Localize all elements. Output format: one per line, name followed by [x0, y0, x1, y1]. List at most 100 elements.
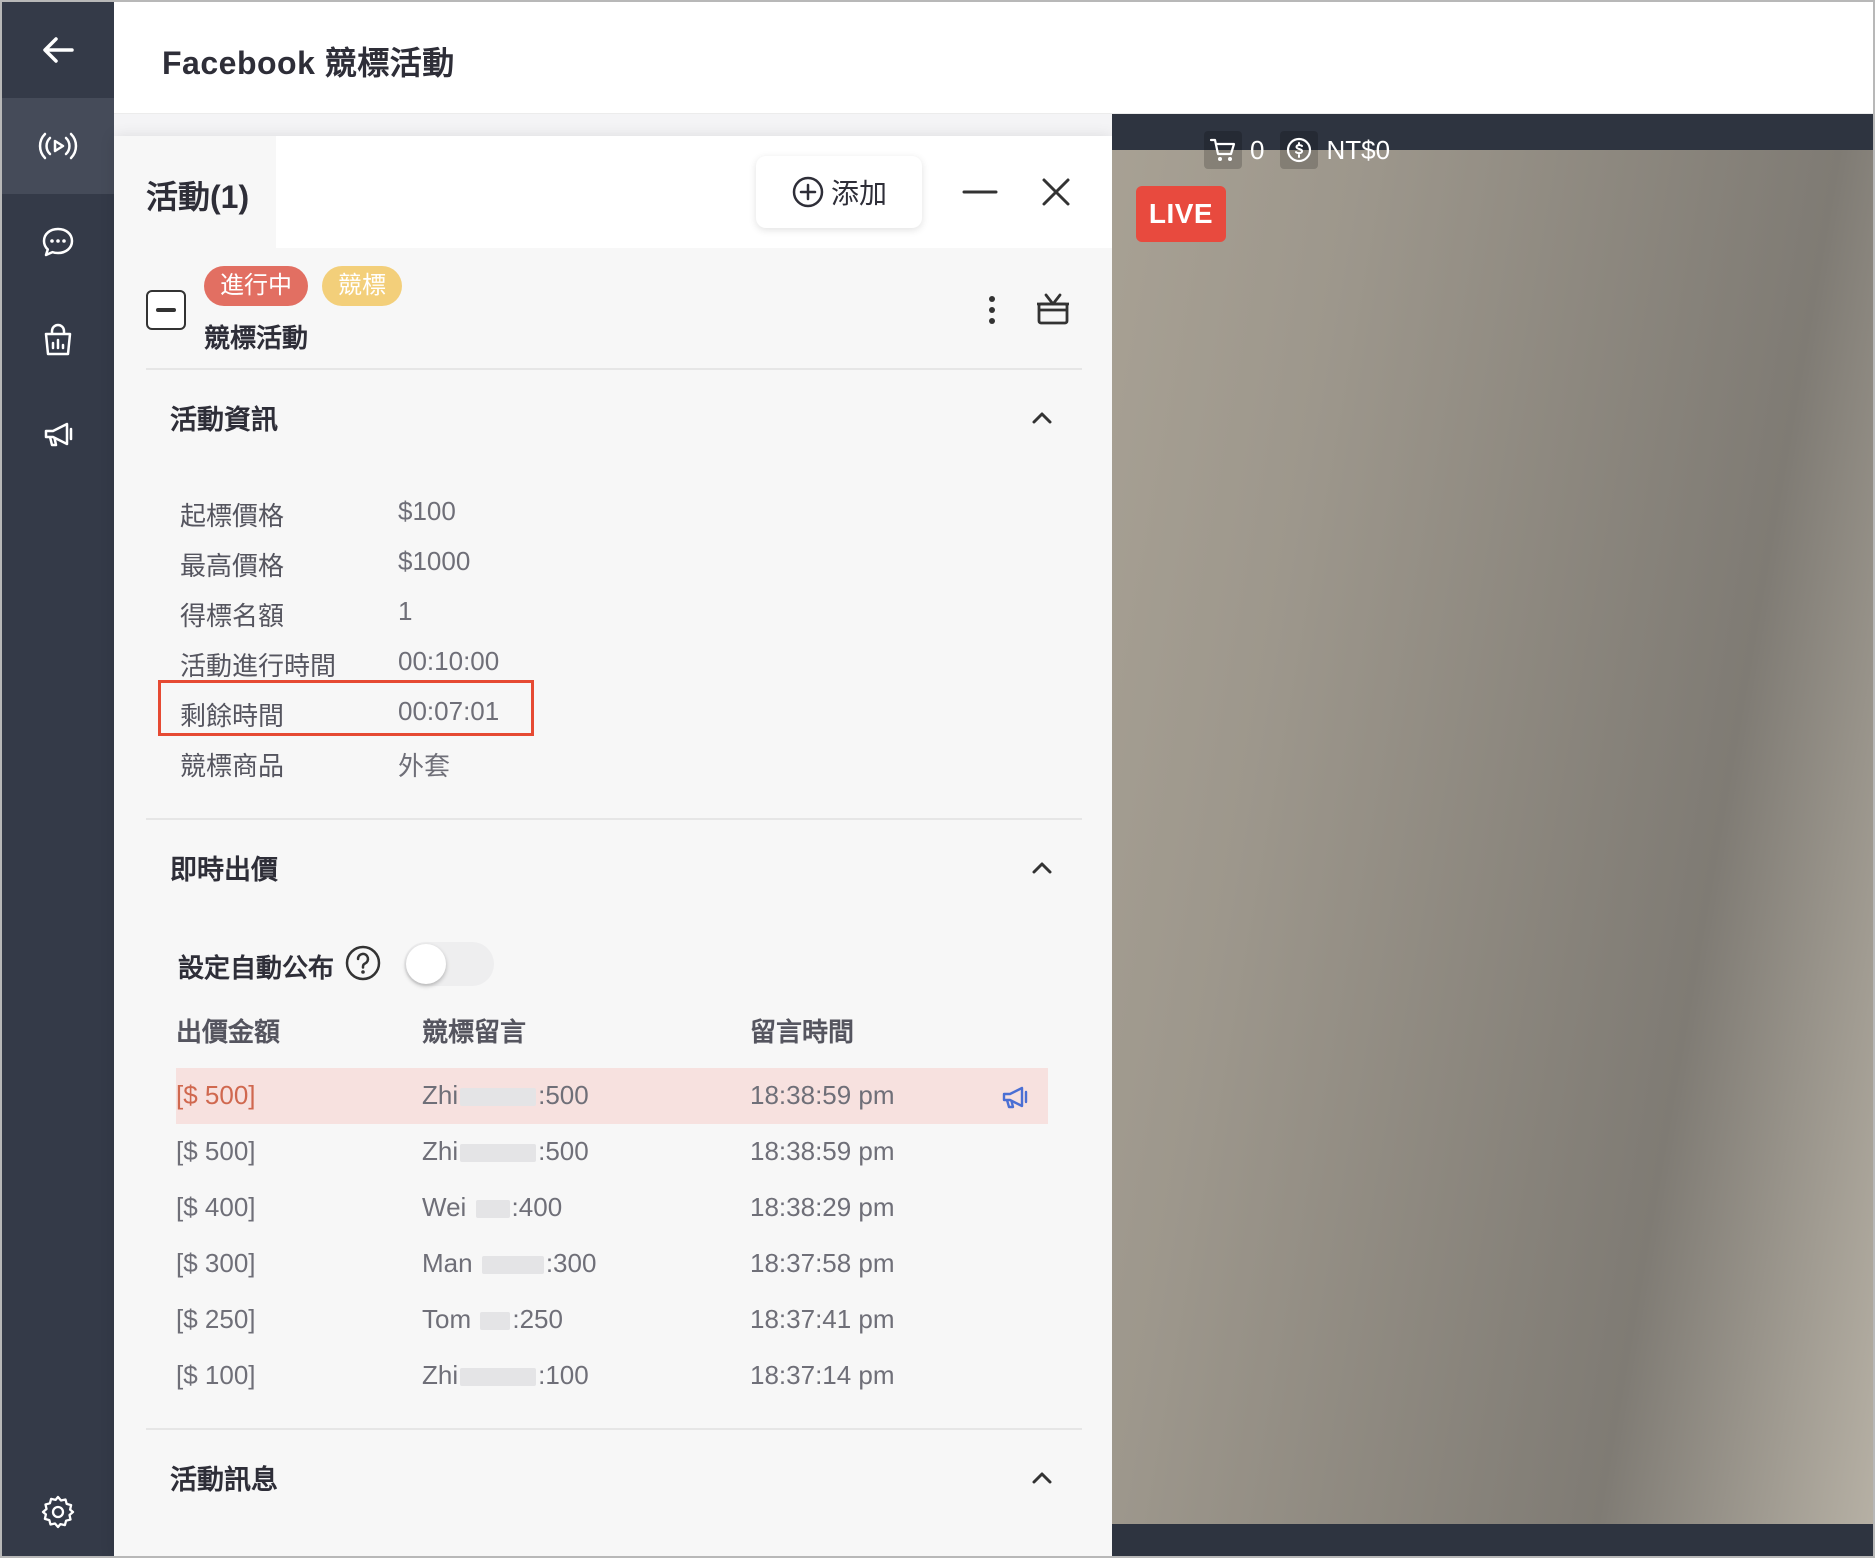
bidder-name: Zhi: [422, 1080, 459, 1110]
chevron-up-icon: [1032, 1472, 1052, 1484]
bid-comment: Tom :250: [422, 1304, 563, 1335]
bid-time: 18:38:29 pm: [750, 1192, 895, 1222]
bidder-name: Zhi: [422, 1360, 459, 1390]
back-button[interactable]: [2, 2, 114, 98]
bid-row: [$ 300] Man :300 18:37:58 pm: [176, 1236, 1048, 1292]
add-activity-button[interactable]: 添加: [756, 156, 922, 228]
info-value: $100: [398, 496, 456, 526]
minus-icon: [156, 308, 176, 312]
info-label: 起標價格: [180, 501, 285, 531]
minimize-button[interactable]: [952, 164, 1008, 220]
gift-box-icon: [1037, 293, 1069, 325]
bid-amount: [$ 500]: [176, 1136, 256, 1166]
add-activity-label: 添加: [830, 178, 887, 209]
app-frame: Facebook 競標活動 活動(1) 添加 進行中 競標 競標活動 活動資訊 …: [0, 0, 1875, 1558]
column-header: 出價金額: [176, 1017, 281, 1047]
bid-amount: [$ 100]: [176, 1360, 256, 1390]
redacted-name: [481, 1256, 544, 1275]
collapse-event-button[interactable]: [146, 290, 186, 330]
event-name: 競標活動: [204, 323, 309, 353]
redacted-name: [460, 1144, 537, 1163]
bid-suffix: :300: [545, 1248, 597, 1278]
pin-megaphone-icon[interactable]: [998, 1080, 1032, 1114]
bid-time: 18:38:59 pm: [750, 1080, 895, 1110]
bidder-name: Zhi: [422, 1136, 459, 1166]
bid-amount: [$ 500]: [176, 1080, 256, 1110]
bids-section-toggle[interactable]: [1022, 848, 1062, 888]
info-label: 得標名額: [180, 601, 285, 631]
info-value: 外套: [398, 751, 451, 781]
cart-count: 0: [1250, 134, 1265, 165]
chevron-up-icon: [1032, 862, 1052, 874]
remaining-time-label: 剩餘時間: [180, 701, 285, 731]
live-video-preview: 0 NT$0 LIVE: [1112, 114, 1873, 1556]
help-circle-icon[interactable]: [344, 944, 382, 982]
info-value: 1: [398, 596, 413, 626]
prize-button[interactable]: [1030, 286, 1076, 332]
sidebar-item-settings[interactable]: [2, 1464, 114, 1556]
bid-comment: Wei :400: [422, 1192, 562, 1223]
info-section-toggle[interactable]: [1022, 398, 1062, 438]
divider: [146, 818, 1082, 820]
page-title: Facebook 競標活動: [162, 45, 455, 81]
sales-amount: NT$0: [1326, 134, 1391, 165]
bid-row: [$ 100] Zhi:100 18:37:14 pm: [176, 1348, 1048, 1404]
broadcast-icon: [38, 132, 78, 160]
settings-gear-icon: [41, 1495, 75, 1529]
close-icon: [1042, 178, 1070, 206]
bid-row: [$ 400] Wei :400 18:38:29 pm: [176, 1180, 1048, 1236]
shopping-bag-icon: [44, 323, 72, 356]
bid-amount: [$ 400]: [176, 1192, 256, 1222]
megaphone-icon: [44, 422, 73, 447]
more-options-button[interactable]: [972, 290, 1012, 330]
bid-amount: [$ 250]: [176, 1304, 256, 1334]
auto-publish-label: 設定自動公布: [178, 953, 335, 983]
close-button[interactable]: [1028, 164, 1084, 220]
cart-icon: [1204, 131, 1242, 169]
column-header: 競標留言: [422, 1017, 527, 1047]
bid-comment: Zhi:500: [422, 1080, 589, 1111]
bids-section-title: 即時出價: [170, 855, 278, 885]
sidebar-item-comments[interactable]: [2, 194, 114, 290]
bid-comment: Man :300: [422, 1248, 596, 1279]
bid-comment: Zhi :500: [422, 1136, 589, 1167]
bid-amount: [$ 300]: [176, 1248, 256, 1278]
plus-circle-icon: [792, 176, 824, 208]
video-bottom-bar: [1112, 1524, 1873, 1556]
bid-time: 18:37:58 pm: [750, 1248, 895, 1278]
minimize-icon: [962, 190, 998, 194]
sidebar-item-shop[interactable]: [2, 292, 114, 388]
messages-section-title: 活動訊息: [170, 1465, 278, 1495]
bid-row: [$ 500] Zhi :500 18:38:59 pm: [176, 1124, 1048, 1180]
sidebar-item-live[interactable]: [2, 98, 114, 194]
panel-title: 活動(1): [146, 179, 250, 215]
redacted-name: [460, 1088, 537, 1107]
bid-time: 18:38:59 pm: [750, 1136, 895, 1166]
sidebar-item-marketing[interactable]: [2, 386, 114, 482]
info-section-title: 活動資訊: [170, 405, 278, 435]
column-header: 留言時間: [750, 1017, 855, 1047]
info-label: 活動進行時間: [180, 651, 337, 681]
bid-comment: Zhi:100: [422, 1360, 589, 1391]
messages-section-toggle[interactable]: [1022, 1458, 1062, 1498]
chevron-up-icon: [1032, 412, 1052, 424]
bid-time: 18:37:14 pm: [750, 1360, 895, 1390]
divider: [146, 1428, 1082, 1430]
bid-row: [$ 250] Tom :250 18:37:41 pm: [176, 1292, 1048, 1348]
remaining-time-value: 00:07:01: [398, 696, 500, 726]
chat-bubble-icon: [42, 227, 74, 257]
divider: [146, 368, 1082, 370]
bid-suffix: :500: [538, 1136, 589, 1166]
redacted-name: [475, 1200, 510, 1219]
video-stats: 0 NT$0: [1204, 130, 1390, 170]
info-value: 00:10:00: [398, 646, 500, 676]
status-badge: 進行中: [204, 266, 308, 306]
live-badge: LIVE: [1136, 186, 1226, 242]
sidebar-rail: [2, 2, 114, 1556]
redacted-name: [480, 1312, 511, 1331]
bid-suffix: :400: [511, 1192, 563, 1222]
bidder-name: Man: [422, 1248, 473, 1278]
activity-panel: 活動(1) 添加 進行中 競標 競標活動 活動資訊 起標價格 $100 最高價格…: [114, 136, 1112, 1556]
auto-publish-toggle[interactable]: [404, 942, 494, 986]
bid-suffix: :250: [512, 1304, 563, 1334]
